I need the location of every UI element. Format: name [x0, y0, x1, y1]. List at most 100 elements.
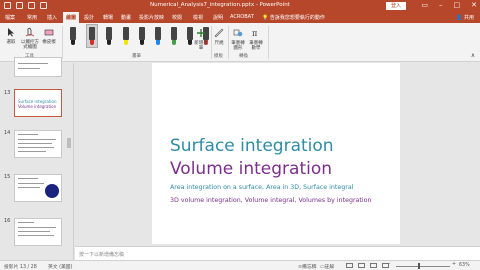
tab-transitions[interactable]: 轉場	[103, 14, 113, 21]
reading-view-icon[interactable]	[370, 263, 377, 268]
tab-help[interactable]: 說明	[213, 14, 223, 21]
tab-view[interactable]: 檢視	[193, 14, 203, 21]
thumb-text-line	[18, 139, 56, 140]
thumbnail-scrollbar[interactable]	[67, 138, 71, 148]
view-buttons	[346, 263, 389, 268]
pen-tip	[90, 40, 94, 45]
ink-to-math-button[interactable]: π 筆墨轉數學	[248, 28, 264, 51]
pen-blue[interactable]	[153, 25, 163, 47]
thumbnail-slide-14[interactable]	[14, 130, 62, 158]
pen-barrel	[70, 27, 76, 40]
save-icon[interactable]	[4, 2, 11, 9]
tab-animations[interactable]: 動畫	[121, 14, 131, 21]
normal-view-icon[interactable]	[346, 263, 353, 268]
slide-indicator: 投影片 13 / 28	[4, 265, 37, 270]
maximize-icon[interactable]: □	[454, 1, 461, 9]
thumb-text-line	[18, 231, 50, 232]
ribbon-separator	[211, 26, 212, 59]
ruler-label: 尺規	[214, 41, 224, 46]
thumbnail-slide-16[interactable]	[14, 218, 62, 246]
comments-toggle-button[interactable]: ▭註解	[320, 263, 334, 270]
present-icon[interactable]	[40, 2, 47, 9]
select-cursor-icon	[8, 28, 14, 37]
login-button[interactable]: 登入	[386, 2, 406, 10]
notes-pane[interactable]: 按一下以新增備忘稿	[75, 246, 480, 260]
tab-slideshow[interactable]: 投影片放映	[139, 14, 164, 21]
thumb-text-line	[18, 222, 34, 223]
eraser-label: 橡皮擦	[42, 40, 56, 45]
undo-icon[interactable]	[16, 2, 23, 9]
share-label: 共用	[463, 15, 474, 21]
ink-to-math-label: 筆墨轉數學	[249, 41, 263, 51]
ruler-button[interactable]: 尺規	[213, 28, 225, 46]
pen-red-selected[interactable]	[86, 24, 98, 48]
slide-sorter-icon[interactable]	[358, 263, 365, 268]
tab-design[interactable]: 設計	[84, 14, 94, 21]
thumb-text-line	[18, 151, 46, 152]
tab-acrobat[interactable]: ACROBAT	[230, 14, 254, 20]
pen-tip	[140, 40, 144, 45]
thumbnail-slide-13[interactable]: Surface integration Volume integration	[14, 89, 62, 117]
ribbon: 選取 以觸控方式繪圖 橡皮擦 工具 畫筆 新增畫筆 尺規 模板 筆墨轉圖形 π …	[0, 23, 480, 62]
slide-title-line1[interactable]: Surface integration	[170, 136, 334, 156]
current-slide[interactable]: Surface integration Volume integration A…	[152, 63, 400, 244]
redo-icon[interactable]	[28, 2, 35, 9]
group-label-stencils: 模板	[214, 54, 223, 59]
pen-black-2[interactable]	[104, 25, 114, 47]
share-button[interactable]: 👤 共用	[456, 14, 474, 21]
pen-black-3[interactable]	[137, 25, 147, 47]
zoom-slider[interactable]	[396, 266, 450, 267]
tab-file[interactable]: 檔案	[5, 14, 15, 21]
share-icon: 👤	[456, 15, 463, 21]
status-bar: 投影片 13 / 28 英文 (美國) ≡備忘稿 ▭註解 – + 63%	[0, 260, 480, 270]
zoom-slider-thumb[interactable]	[418, 263, 420, 269]
tab-draw[interactable]: 繪圖	[63, 12, 80, 23]
ribbon-tab-bar: 檔案 常用 插入 繪圖 設計 轉場 動畫 投影片放映 校閱 檢視 說明 ACRO…	[0, 12, 480, 23]
close-icon[interactable]: ✕	[471, 1, 477, 9]
slide-title-line2[interactable]: Volume integration	[170, 159, 332, 179]
highlighter-yellow[interactable]	[121, 25, 131, 47]
eraser-button[interactable]: 橡皮擦	[40, 27, 58, 45]
slide-subtitle-line2[interactable]: 3D volume integration, Volume integral, …	[170, 197, 372, 204]
language-indicator[interactable]: 英文 (美國)	[48, 263, 72, 270]
pen-tip	[124, 40, 128, 45]
thumb-text-line	[18, 235, 54, 236]
tell-me-search[interactable]: 💡 告訴我您想要執行的動作	[262, 14, 325, 21]
collapse-ribbon-button[interactable]: ∧	[468, 53, 478, 59]
thumb-text-line	[18, 143, 52, 144]
thumb-text-line	[18, 134, 38, 135]
tab-home[interactable]: 常用	[27, 14, 37, 21]
pen-barrel	[106, 27, 112, 40]
zoom-level[interactable]: 63%	[459, 263, 470, 268]
zoom-out-button[interactable]: –	[388, 262, 390, 267]
thumb-text-line	[18, 147, 54, 148]
title-bar: Numerical_Analysis7_integration.pptx - P…	[0, 0, 480, 12]
ink-to-shape-label: 筆墨轉圖形	[231, 41, 245, 51]
notes-toggle-button[interactable]: ≡備忘稿	[298, 263, 316, 270]
notes-placeholder: 按一下以新增備忘稿	[79, 252, 125, 258]
select-tool-button[interactable]: 選取	[3, 27, 19, 45]
zoom-in-button[interactable]: +	[452, 262, 456, 267]
tab-review[interactable]: 校閱	[172, 14, 182, 21]
ink-to-shape-button[interactable]: 筆墨轉圖形	[230, 28, 246, 51]
slide-subtitle-line1[interactable]: Area integration on a surface, Area in 3…	[170, 184, 353, 191]
thumb-text-line	[18, 63, 48, 64]
notes-toggle-label: 備忘稿	[302, 265, 317, 270]
ribbon-display-icon[interactable]: ▭	[421, 1, 428, 9]
window-title: Numerical_Analysis7_integration.pptx - P…	[150, 2, 290, 8]
touch-draw-button[interactable]: 以觸控方式繪圖	[20, 27, 40, 50]
thumb-text-line	[18, 183, 44, 184]
ribbon-separator	[268, 26, 269, 59]
minimize-icon[interactable]: –	[439, 1, 443, 9]
add-pen-button[interactable]: 新增畫筆	[194, 28, 208, 51]
pen-green[interactable]	[169, 25, 179, 47]
add-pen-label: 新增畫筆	[194, 41, 208, 51]
thumb-title-line2: Volume integration	[18, 104, 57, 109]
thumbnail-slide-12[interactable]	[14, 57, 62, 77]
quick-access-toolbar	[4, 2, 47, 9]
tab-insert[interactable]: 插入	[47, 14, 57, 21]
thumbnail-slide-15[interactable]	[14, 174, 62, 202]
pen-black-1[interactable]	[68, 25, 78, 47]
group-label-pens: 畫筆	[132, 54, 141, 59]
pen-tip	[188, 40, 192, 45]
